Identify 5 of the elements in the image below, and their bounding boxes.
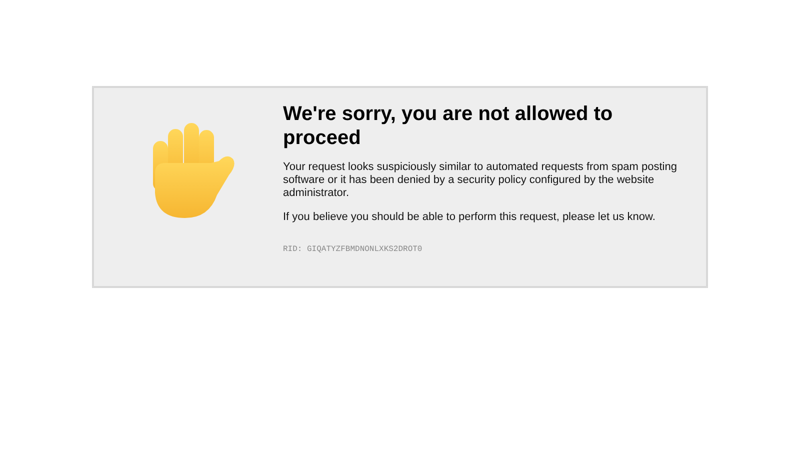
- message-text: If you believe you should be able to perform this request, please let us know.: [283, 211, 656, 224]
- raised-hand-icon: [152, 123, 234, 219]
- message-text: Your request looks suspiciously similar to automated requests from spam posting software or it has been denied by a security policy configured by the website administrator.: [283, 161, 678, 200]
- request-id: RID: GIQATYZFBMDNONLXKS2DROT0: [283, 244, 424, 256]
- page-title: We're sorry, you are not allowed to proceed: [283, 102, 614, 150]
